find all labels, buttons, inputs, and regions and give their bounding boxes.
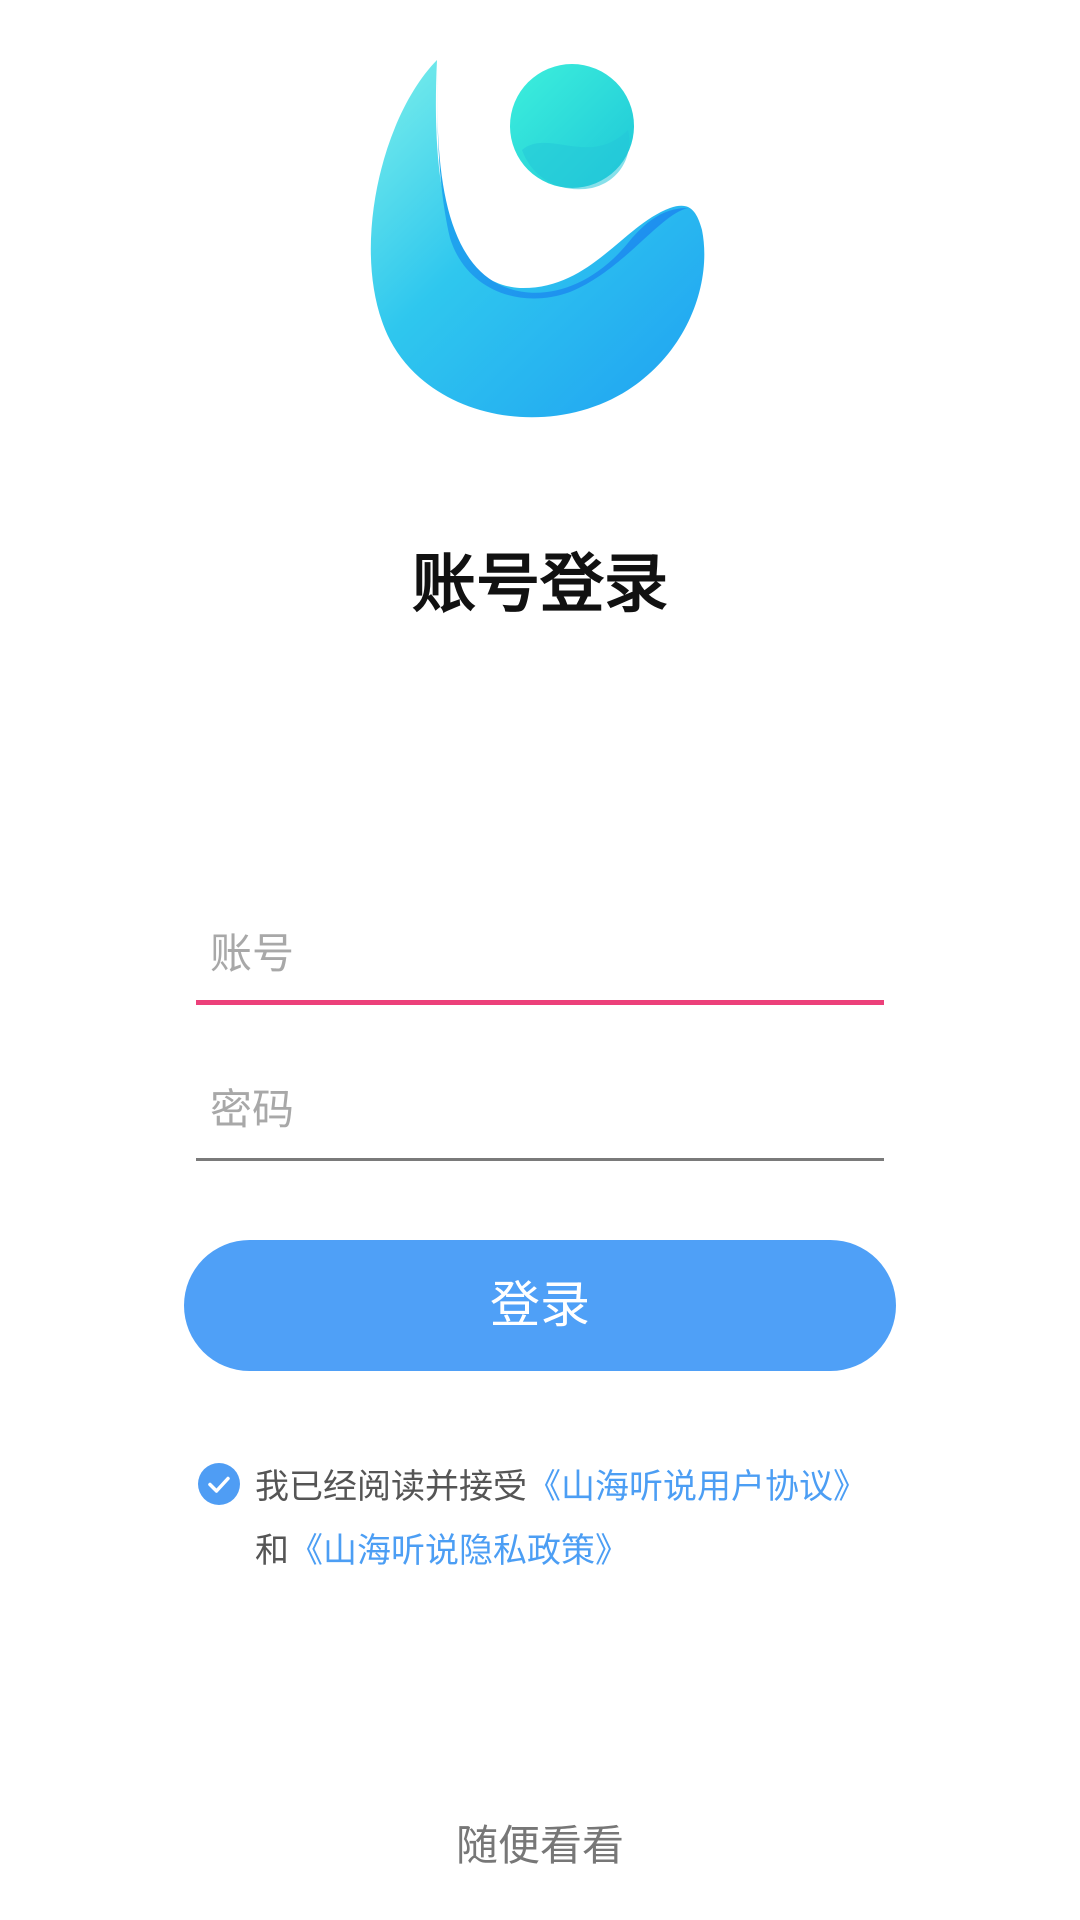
privacy-policy-link[interactable]: 《山海听说隐私政策》	[289, 1531, 629, 1571]
account-field[interactable]	[196, 905, 884, 1005]
password-field[interactable]	[196, 1061, 884, 1161]
agreement-text: 我已经阅读并接受《山海听说用户协议》 和《山海听说隐私政策》	[255, 1455, 915, 1583]
app-logo-icon	[370, 60, 705, 418]
browse-as-guest: 随便看看	[0, 1818, 1080, 1874]
agreement-line-1: 我已经阅读并接受《山海听说用户协议》	[255, 1455, 915, 1519]
agreement-prefix: 我已经阅读并接受	[255, 1467, 527, 1507]
agreement-line-2: 和《山海听说隐私政策》	[255, 1519, 915, 1583]
login-button[interactable]: 登录	[184, 1240, 896, 1371]
check-icon	[208, 1476, 230, 1493]
password-underline	[196, 1158, 884, 1161]
page-title: 账号登录	[412, 548, 668, 622]
user-agreement-link[interactable]: 《山海听说用户协议》	[527, 1467, 867, 1507]
browse-link[interactable]: 随便看看	[456, 1821, 624, 1870]
account-input[interactable]	[196, 905, 884, 1001]
password-input[interactable]	[196, 1061, 884, 1157]
agreement-connector: 和	[255, 1531, 289, 1571]
account-underline	[196, 1000, 884, 1005]
agreement-checkbox[interactable]	[198, 1463, 240, 1505]
